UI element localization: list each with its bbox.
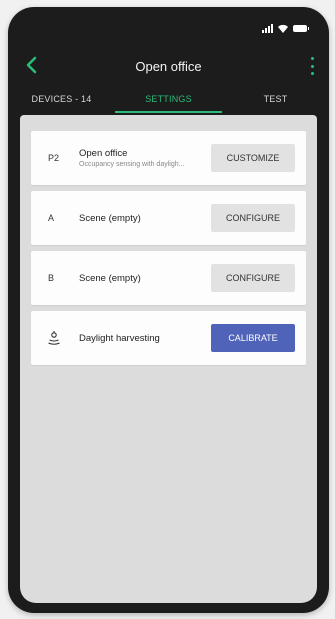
configure-button[interactable]: CONFIGURE xyxy=(211,204,295,232)
list-item-scene-a[interactable]: A Scene (empty) CONFIGURE xyxy=(31,191,306,245)
item-lead-label: A xyxy=(48,213,55,223)
settings-list: P2 Open office Occupancy sensing with da… xyxy=(20,115,317,603)
tab-test[interactable]: TEST xyxy=(222,85,329,113)
item-lead-label: B xyxy=(48,273,55,283)
item-lead-label: P2 xyxy=(48,153,60,163)
signal-icon xyxy=(262,24,273,33)
configure-button[interactable]: CONFIGURE xyxy=(211,264,295,292)
more-vert-icon[interactable] xyxy=(309,57,315,75)
wifi-icon xyxy=(278,24,288,33)
status-bar xyxy=(8,7,329,47)
item-text: Scene (empty) xyxy=(79,191,141,245)
customize-button[interactable]: CUSTOMIZE xyxy=(211,144,295,172)
page-title: Open office xyxy=(135,59,202,74)
tab-settings[interactable]: SETTINGS xyxy=(115,85,222,113)
item-subtitle: Occupancy sensing with dayligh... xyxy=(79,161,185,168)
battery-icon xyxy=(293,25,309,32)
list-item-scene-b[interactable]: B Scene (empty) CONFIGURE xyxy=(31,251,306,305)
calibrate-button[interactable]: CALIBRATE xyxy=(211,324,295,352)
item-title: Scene (empty) xyxy=(79,212,141,224)
item-text: Daylight harvesting xyxy=(79,311,160,365)
daylight-sensor-icon xyxy=(48,311,60,365)
item-text: Scene (empty) xyxy=(79,251,141,305)
tab-devices[interactable]: DEVICES - 14 xyxy=(8,85,115,113)
app-bar: Open office xyxy=(8,47,329,85)
item-title: Open office xyxy=(79,148,128,159)
list-item-daylight-harvesting[interactable]: Daylight harvesting CALIBRATE xyxy=(31,311,306,365)
item-title: Daylight harvesting xyxy=(79,332,160,344)
item-title: Scene (empty) xyxy=(79,272,141,284)
status-icons xyxy=(262,24,309,33)
item-text: Open office Occupancy sensing with dayli… xyxy=(79,131,184,185)
phone-frame: Open office DEVICES - 14 SETTINGS TEST P… xyxy=(8,7,329,613)
tab-bar: DEVICES - 14 SETTINGS TEST xyxy=(8,85,329,113)
list-item-open-office[interactable]: P2 Open office Occupancy sensing with da… xyxy=(31,131,306,185)
